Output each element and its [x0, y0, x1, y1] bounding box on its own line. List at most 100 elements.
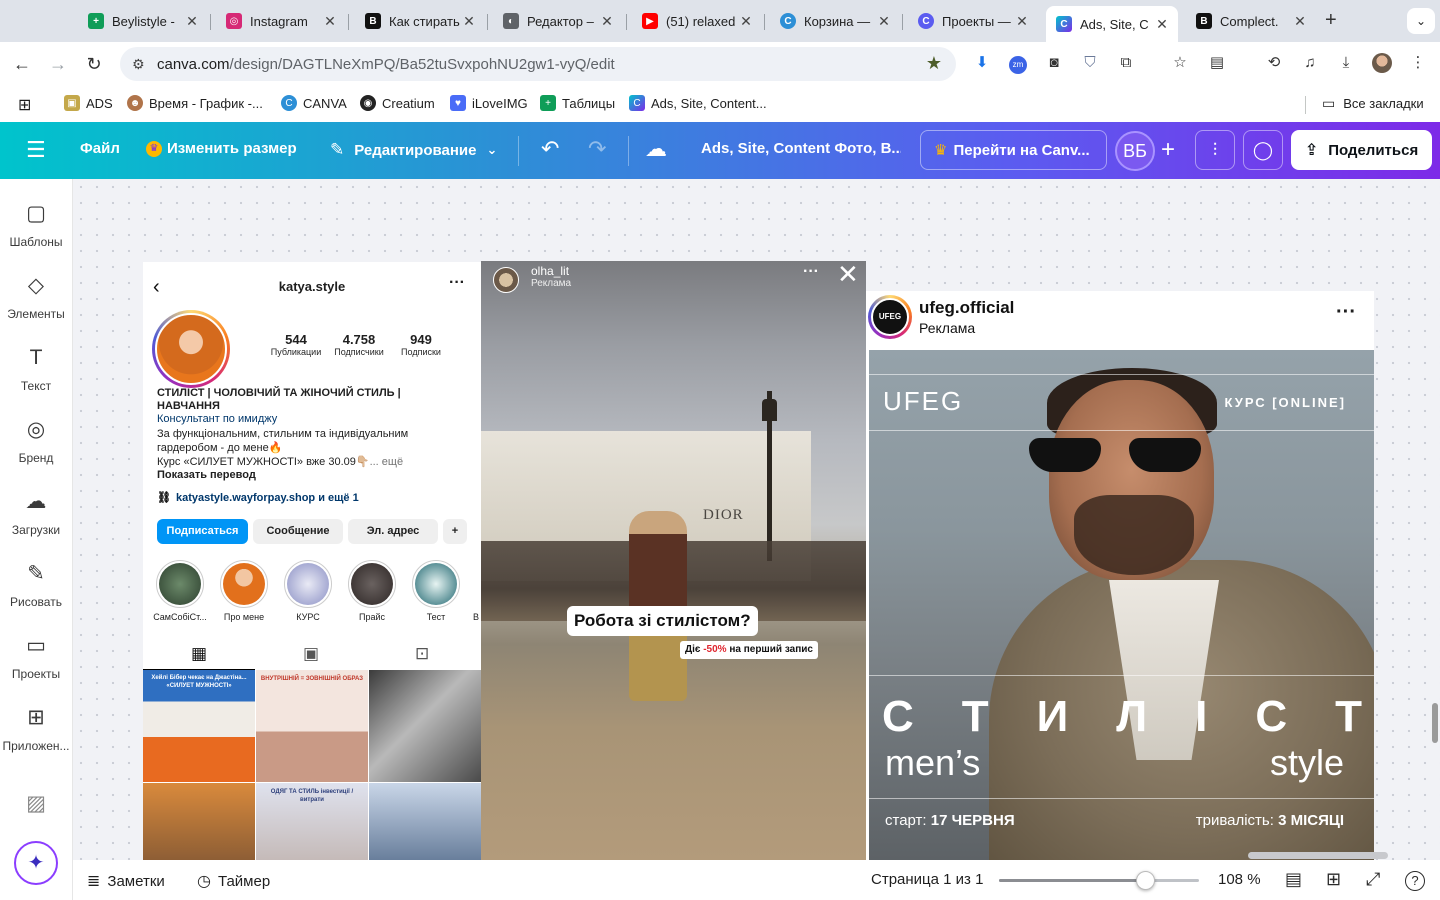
sidebar-item-elements[interactable]: ◇ Элементы: [0, 271, 72, 321]
link-icon: ⛓: [157, 492, 171, 504]
resize-button[interactable]: ♛ Изменить размер: [146, 140, 297, 157]
bookmark-item[interactable]: C Ads, Site, Content...: [629, 95, 767, 111]
horizontal-scrollbar[interactable]: [1248, 852, 1388, 859]
reload-icon[interactable]: ↻: [82, 52, 106, 76]
site-settings-icon[interactable]: ⚙: [132, 56, 145, 73]
fullscreen-icon[interactable]: ⤢: [1366, 869, 1380, 890]
bookmark-item[interactable]: ♥ iLoveIMG: [450, 95, 528, 111]
sheets-favicon-icon: +: [88, 13, 104, 29]
tab-close-icon[interactable]: ✕: [184, 13, 200, 30]
bookmark-item[interactable]: + Таблицы: [540, 95, 615, 111]
tab-search-chevron-icon[interactable]: ⌄: [1407, 8, 1435, 34]
kebab-menu-icon[interactable]: ⋮: [1408, 53, 1428, 73]
sidebar-item-text[interactable]: T Текст: [0, 343, 72, 393]
tab-close-icon[interactable]: ✕: [599, 13, 615, 30]
puzzle-extensions-icon[interactable]: ⧉: [1116, 53, 1136, 73]
reading-list-star-icon[interactable]: ☆: [1170, 53, 1190, 73]
bookmark-item[interactable]: ▣ ADS: [64, 95, 113, 111]
profile-avatar: [152, 310, 230, 388]
tab-close-icon[interactable]: ✕: [1292, 13, 1308, 30]
address-bar[interactable]: ⚙ canva.com/design/DAGTLNeXmPQ/Ba52tuSvx…: [120, 47, 956, 81]
zoom-slider[interactable]: [999, 871, 1199, 890]
share-button[interactable]: ⇪ Поделиться: [1291, 130, 1432, 170]
reels-icon: ▣: [303, 644, 320, 663]
file-menu[interactable]: Файл: [80, 140, 120, 157]
comment-icon[interactable]: ◯: [1243, 130, 1283, 170]
browser-tab[interactable]: + Beylistyle - ✕: [78, 6, 208, 36]
tab-close-icon[interactable]: ✕: [876, 13, 892, 30]
post-thumbnail: [369, 783, 481, 860]
instagram-ad-post-screenshot[interactable]: UFEG ufeg.official Реклама ··· UFEG КУРС…: [866, 291, 1374, 860]
sidebar-item-uploads[interactable]: ☁ Загрузки: [0, 487, 72, 537]
sidebar-item-templates[interactable]: ▢ Шаблоны: [0, 199, 72, 249]
help-icon[interactable]: ?: [1405, 869, 1425, 891]
hamburger-menu-icon[interactable]: ☰: [26, 137, 46, 163]
sidebar-item-apps[interactable]: ⊞ Приложен...: [0, 703, 72, 753]
side-panel-icon[interactable]: ▤: [1207, 53, 1227, 73]
profile-category: Консультант по имиджу: [157, 413, 278, 425]
page-view-icon[interactable]: ▤: [1285, 869, 1302, 890]
download-extension-icon[interactable]: ⬇: [972, 53, 992, 73]
downloads-icon[interactable]: ⤓: [1336, 53, 1356, 73]
highlight-item: КУРС: [280, 560, 336, 622]
sidebar-item-brand[interactable]: ◎ Бренд: [0, 415, 72, 465]
grid-view-icon[interactable]: ⊞: [1326, 869, 1341, 890]
brand-icon: ◎: [26, 418, 46, 441]
sidebar-item-projects[interactable]: ▭ Проекты: [0, 631, 72, 681]
add-collaborator-icon[interactable]: +: [1153, 132, 1183, 168]
tab-close-icon[interactable]: ✕: [1154, 16, 1170, 33]
bookmark-star-icon[interactable]: ★: [926, 53, 942, 74]
zoom-percentage[interactable]: 108 %: [1218, 871, 1261, 888]
sidebar-item-photos[interactable]: ▨: [0, 789, 72, 825]
browser-tab[interactable]: ▶ (51) relaxed ✕: [632, 6, 762, 36]
browser-tab[interactable]: B Как стирать ✕: [355, 6, 485, 36]
tab-close-icon[interactable]: ✕: [461, 13, 477, 30]
browser-tab[interactable]: ◎ Instagram ✕: [216, 6, 346, 36]
browser-tab[interactable]: C Проекты — ✕: [908, 6, 1038, 36]
forward-arrow-icon[interactable]: →: [46, 52, 70, 76]
tab-close-icon[interactable]: ✕: [322, 13, 338, 30]
user-avatar[interactable]: ВБ: [1115, 131, 1155, 171]
performance-icon[interactable]: ⟲: [1264, 53, 1284, 73]
back-arrow-icon[interactable]: ←: [10, 52, 34, 76]
notes-icon: ≣: [87, 873, 101, 890]
sidebar-item-draw[interactable]: ✎ Рисовать: [0, 559, 72, 609]
timer-button[interactable]: ◷ Таймер: [197, 871, 270, 891]
media-controls-icon[interactable]: ♫: [1300, 53, 1320, 73]
undo-icon[interactable]: ↶: [541, 136, 559, 162]
redo-icon[interactable]: ↷: [588, 136, 606, 162]
cloud-saved-icon[interactable]: ☁: [645, 136, 667, 162]
page-indicator[interactable]: Страница 1 из 1: [871, 871, 983, 888]
all-bookmarks[interactable]: ▭ Все закладки: [1322, 95, 1424, 112]
bookmark-item[interactable]: ☻ Время - График -...: [127, 95, 263, 111]
go-premium-button[interactable]: ♛ Перейти на Canv...: [920, 130, 1107, 170]
browser-tab[interactable]: ◐ Редактор – ✕: [493, 6, 623, 36]
canva-favicon-icon: C: [780, 13, 796, 29]
zoom-slider-handle[interactable]: [1136, 871, 1155, 890]
crown-icon: ♛: [934, 142, 948, 159]
browser-tab[interactable]: C Корзина — ✕: [770, 6, 900, 36]
editing-mode-dropdown[interactable]: ✎ Редактирование ⌄: [330, 140, 497, 160]
bookmark-item[interactable]: ◉ Creatium: [360, 95, 435, 111]
highlight-item: СамСобіСт...: [152, 560, 208, 622]
bookmark-item[interactable]: C CANVA: [281, 95, 347, 111]
new-tab-icon[interactable]: +: [1325, 9, 1337, 32]
profile-avatar[interactable]: [1372, 53, 1392, 73]
zoom-extension-icon[interactable]: zm: [1008, 53, 1028, 74]
canva-footer: ≣ Заметки ◷ Таймер Страница 1 из 1 108 % ▤…: [73, 860, 1440, 900]
design-title[interactable]: Ads, Site, Content Фото, В...: [701, 140, 901, 157]
instagram-profile-screenshot[interactable]: ‹ katya.style ··· 544 Публикации 4.758 П…: [143, 262, 481, 860]
tab-close-icon[interactable]: ✕: [1014, 13, 1030, 30]
shield-extension-icon[interactable]: ⛉: [1080, 53, 1100, 73]
browser-tab[interactable]: B Complect. ✕: [1186, 6, 1316, 36]
notes-button[interactable]: ≣ Заметки: [87, 871, 165, 891]
apps-grid-icon[interactable]: ⊞: [18, 95, 31, 115]
ghost-extension-icon[interactable]: ◙: [1044, 53, 1064, 73]
browser-tab-active[interactable]: C Ads, Site, C ✕: [1046, 6, 1178, 42]
design-canvas[interactable]: ‹ katya.style ··· 544 Публикации 4.758 П…: [73, 179, 1440, 860]
vertical-scrollbar[interactable]: [1432, 703, 1438, 743]
analytics-chart-icon[interactable]: ⫶: [1195, 130, 1235, 170]
instagram-story-screenshot[interactable]: DIOR olha_lit Реклама ··· ✕ Робота зі ст…: [481, 261, 866, 860]
tab-close-icon[interactable]: ✕: [738, 13, 754, 30]
magic-sparkle-icon[interactable]: ✦: [14, 841, 58, 885]
